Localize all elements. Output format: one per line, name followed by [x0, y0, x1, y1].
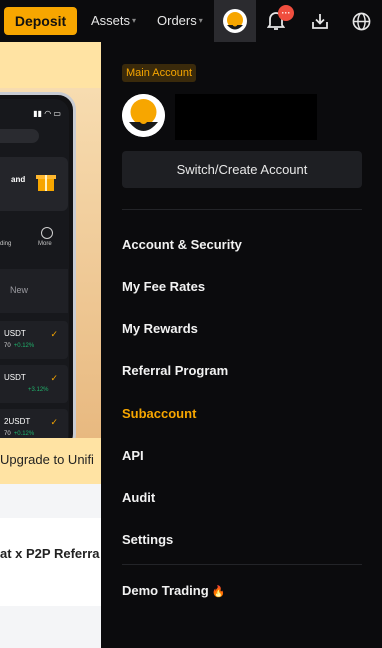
chevron-down-icon: ▾	[132, 16, 137, 25]
account-dropdown-panel: Main Account Switch/Create Account Accou…	[101, 42, 382, 648]
menu-item-rewards[interactable]: My Rewards	[122, 321, 198, 336]
phone-row: USDT +3.12% ✓	[0, 365, 68, 403]
top-navigation-bar: Deposit Assets ▾ Orders ▾ ···	[0, 0, 382, 42]
menu-item-referral-program[interactable]: Referral Program	[122, 363, 228, 378]
notification-badge: ···	[278, 5, 294, 21]
promo-title: at x P2P Referra	[0, 546, 100, 561]
avatar	[122, 94, 165, 137]
menu-item-demo-trading[interactable]: Demo Trading 🔥	[122, 583, 225, 598]
phone-new-label: New	[10, 285, 29, 295]
hero-section: ▮▮ ◠ ▭ and ding More New USDT 70 +0.12% …	[0, 88, 101, 452]
account-avatar-button[interactable]	[214, 0, 256, 42]
section-gap	[0, 606, 101, 648]
deposit-button[interactable]: Deposit	[4, 7, 77, 35]
menu-item-settings[interactable]: Settings	[122, 532, 173, 547]
phone-pair: USDT	[4, 329, 26, 338]
upgrade-banner[interactable]: Upgrade to Unifi	[0, 438, 101, 484]
orders-menu[interactable]: Orders ▾	[157, 13, 203, 28]
chevron-down-icon: ▾	[198, 16, 203, 25]
menu-item-api[interactable]: API	[122, 448, 144, 463]
phone-screen: ▮▮ ◠ ▭ and ding More New USDT 70 +0.12% …	[0, 99, 69, 449]
menu-item-account-security[interactable]: Account & Security	[122, 237, 242, 252]
phone-price: +3.12%	[28, 387, 49, 393]
main-account-badge: Main Account	[122, 64, 197, 82]
demo-trading-label: Demo Trading	[122, 583, 209, 598]
redacted-account-info	[175, 94, 317, 140]
switch-create-account-button[interactable]: Switch/Create Account	[122, 151, 362, 188]
download-button[interactable]	[302, 0, 338, 42]
check-icon: ✓	[50, 417, 58, 427]
menu-item-subaccount[interactable]: Subaccount	[122, 406, 196, 421]
phone-price: 70 +0.12%	[4, 431, 35, 437]
more-icon	[41, 227, 53, 239]
section-gap	[0, 484, 101, 518]
phone-tab-more: More	[38, 241, 52, 247]
top-banner	[0, 42, 101, 88]
assets-label: Assets	[91, 13, 131, 28]
phone-row: USDT 70 +0.12% ✓	[0, 321, 68, 359]
background-page: ▮▮ ◠ ▭ and ding More New USDT 70 +0.12% …	[0, 42, 101, 648]
phone-price: 70 +0.12%	[4, 343, 35, 349]
avatar-icon	[122, 94, 165, 137]
language-button[interactable]	[343, 0, 379, 42]
divider	[122, 564, 362, 565]
signal-wifi-battery-icon: ▮▮ ◠ ▭	[33, 109, 61, 118]
phone-mockup: ▮▮ ◠ ▭ and ding More New USDT 70 +0.12% …	[0, 92, 76, 452]
download-icon	[312, 14, 328, 29]
phone-pair: USDT	[4, 373, 26, 382]
phone-card-text: and	[11, 175, 26, 184]
notifications-button[interactable]: ···	[258, 0, 294, 42]
phone-promo-card: and	[0, 157, 68, 211]
phone-search-bar	[0, 129, 39, 143]
phone-pair: 2USDT	[4, 417, 31, 426]
orders-label: Orders	[157, 13, 197, 28]
divider	[122, 209, 362, 210]
upgrade-text: Upgrade to Unifi	[0, 452, 94, 467]
avatar-icon	[223, 9, 247, 33]
globe-icon	[352, 12, 370, 30]
check-icon: ✓	[50, 329, 58, 339]
phone-tab-trading: ding	[0, 241, 12, 247]
check-icon: ✓	[50, 373, 58, 383]
menu-item-fee-rates[interactable]: My Fee Rates	[122, 279, 205, 294]
fire-icon: 🔥	[211, 586, 226, 598]
phone-new-section: New	[0, 269, 68, 313]
gift-icon	[36, 175, 56, 191]
menu-item-audit[interactable]: Audit	[122, 490, 155, 505]
assets-menu[interactable]: Assets ▾	[91, 13, 136, 28]
